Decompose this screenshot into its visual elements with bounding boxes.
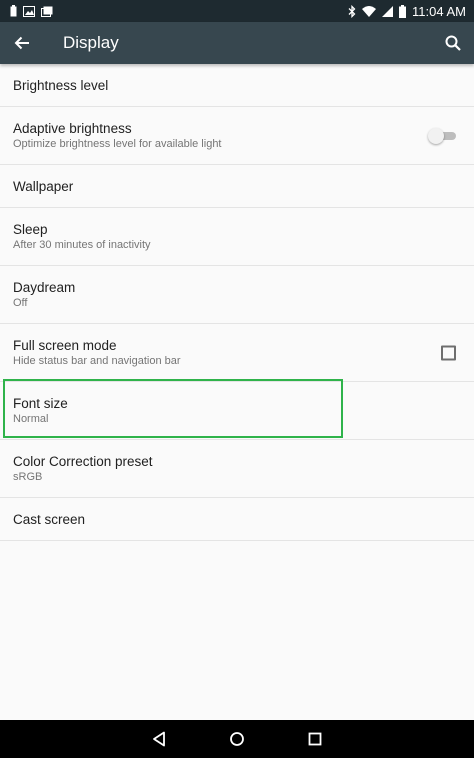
image-icon [23,5,35,17]
setting-title: Cast screen [13,511,86,527]
navigation-bar [0,720,474,758]
status-time: 11:04 AM [412,3,466,19]
battery-icon [399,4,407,18]
bluetooth-icon [348,4,356,18]
full-screen-mode-checkbox[interactable] [441,345,456,360]
setting-full-screen-mode[interactable]: Full screen mode Hide status bar and nav… [0,324,474,382]
setting-summary: Hide status bar and navigation bar [13,354,181,367]
settings-list: Brightness level Adaptive brightness Opt… [0,64,474,541]
page-title: Display [63,33,119,52]
setting-wallpaper[interactable]: Wallpaper [0,165,474,208]
setting-color-correction-preset[interactable]: Color Correction preset sRGB [0,440,474,498]
nav-home-button[interactable] [198,720,276,758]
status-icons-right: 11:04 AM [348,4,466,19]
back-button[interactable] [0,22,44,64]
home-circle-icon [230,732,244,746]
toggle-thumb [428,127,444,144]
adaptive-brightness-toggle[interactable] [428,127,456,144]
setting-title: Color Correction preset [13,453,153,469]
search-icon [445,35,461,51]
wifi-icon [362,5,377,17]
battery-saver-icon [10,5,17,17]
setting-daydream[interactable]: Daydream Off [0,266,474,324]
setting-title: Font size [13,395,68,411]
arrow-back-icon [14,36,29,50]
setting-adaptive-brightness[interactable]: Adaptive brightness Optimize brightness … [0,107,474,165]
status-icons-left [10,5,53,17]
back-triangle-icon [153,731,165,747]
status-bar: 11:04 AM [0,0,474,22]
search-button[interactable] [432,22,474,64]
nav-recents-button[interactable] [276,720,354,758]
setting-summary: sRGB [13,470,43,483]
setting-title: Adaptive brightness [13,120,132,136]
setting-brightness-level[interactable]: Brightness level [0,64,474,107]
nav-back-button[interactable] [120,720,198,758]
setting-title: Full screen mode [13,337,117,353]
signal-icon [382,5,394,17]
setting-cast-screen[interactable]: Cast screen [0,498,474,541]
recents-square-icon [308,732,322,746]
setting-summary: Off [13,296,28,309]
setting-title: Brightness level [13,77,109,93]
app-toolbar: Display [0,22,474,64]
setting-title: Wallpaper [13,178,74,194]
setting-sleep[interactable]: Sleep After 30 minutes of inactivity [0,208,474,266]
setting-summary: Normal [13,412,49,425]
setting-title: Sleep [13,221,48,237]
setting-font-size[interactable]: Font size Normal [0,382,474,440]
gallery-icon [41,6,53,17]
setting-title: Daydream [13,279,76,295]
setting-summary: Optimize brightness level for available … [13,137,222,150]
setting-summary: After 30 minutes of inactivity [13,238,151,251]
